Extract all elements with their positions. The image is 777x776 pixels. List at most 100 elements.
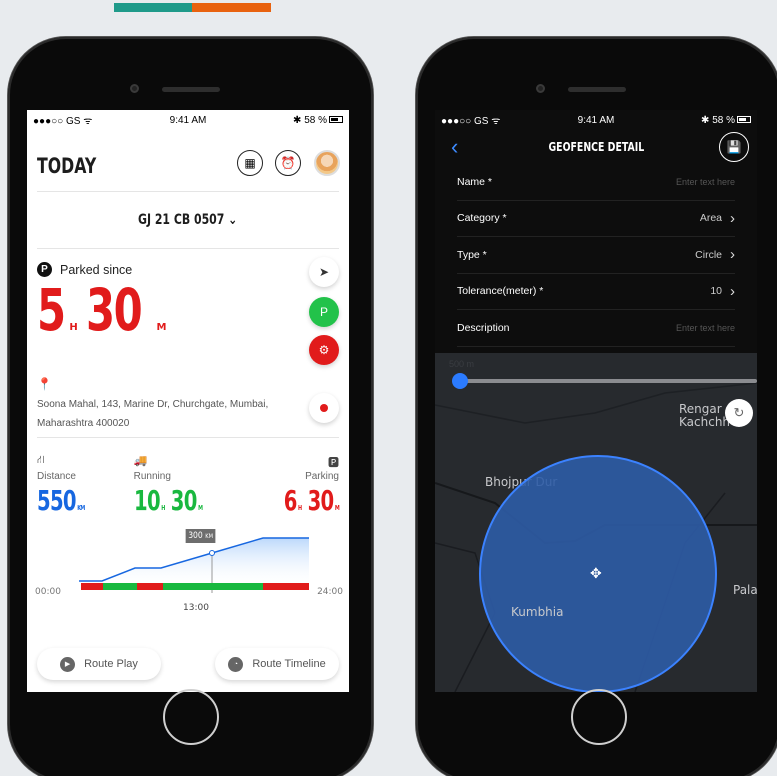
route-timeline-label: Route Timeline <box>252 658 326 670</box>
category-value: Area <box>699 212 722 225</box>
timeline-parked-1 <box>81 583 103 590</box>
nav-bar: ‹ GEOFENCE DETAIL 💾 <box>435 130 757 164</box>
address-section: 📍 Soona Mahal, 143, Marine Dr, Churchgat… <box>37 373 339 438</box>
type-field[interactable]: Type * Circle › <box>457 237 735 274</box>
earpiece-speaker <box>162 87 220 92</box>
stats-row: ⛙ Distance 550KM 🚚 Running 10H 30M 🅿 Par… <box>37 438 340 525</box>
record-button[interactable] <box>309 393 339 423</box>
action-buttons: ▶ Route Play ◔ Route Timeline <box>37 648 339 680</box>
chevron-right-icon: › <box>730 282 735 300</box>
vehicle-label: GJ 21 CB 0507 ⌄ <box>138 212 238 228</box>
chevron-right-icon: › <box>730 246 735 264</box>
map-label-palas: Palas <box>733 583 757 597</box>
battery-status: ✱ 58 % <box>651 115 751 126</box>
radius-slider-knob[interactable] <box>452 373 468 389</box>
status-time: 9:41 AM <box>169 114 207 126</box>
alarm-icon[interactable]: ⏰ <box>275 150 301 176</box>
map-label-kumbhia: Kumbhia <box>511 605 564 619</box>
parking-shield-icon: P <box>319 305 328 319</box>
running-stat: 🚚 Running 10H 30M <box>134 454 232 525</box>
page-header: TODAY ▦ ⏰ <box>37 130 340 192</box>
parking-hours-unit: H <box>298 504 302 512</box>
parking-button[interactable]: P <box>309 297 339 327</box>
chart-value-tag: 300 KM <box>185 529 216 543</box>
name-field[interactable]: Name * Enter text here <box>457 164 735 201</box>
accent-teal-segment <box>114 3 192 12</box>
parking-sign-icon: 🅿 <box>327 457 339 469</box>
running-hours-unit: H <box>160 504 165 512</box>
save-icon[interactable]: 💾 <box>719 132 749 162</box>
avatar[interactable] <box>314 150 340 176</box>
name-input-placeholder[interactable]: Enter text here <box>676 177 735 187</box>
route-play-label: Route Play <box>84 658 138 670</box>
phone-left: ●●●○○ GS ᯤ 9:41 AM ✱ 58 % TODAY ▦ ⏰ GJ 2… <box>8 37 373 776</box>
timeline-parked-2 <box>137 583 163 590</box>
timeline-parked-3 <box>263 583 309 590</box>
chevron-right-icon: › <box>730 209 735 227</box>
move-icon[interactable]: ✥ <box>590 565 602 582</box>
accent-bar <box>114 3 271 12</box>
tolerance-value: 10 <box>710 285 722 298</box>
play-icon: ▶ <box>60 656 76 672</box>
navigation-arrow-icon: ➤ <box>318 265 330 279</box>
parked-minutes-unit: M <box>156 322 167 333</box>
route-play-button[interactable]: ▶ Route Play <box>37 648 161 680</box>
description-input-placeholder[interactable]: Enter text here <box>676 323 735 333</box>
description-field[interactable]: Description Enter text here <box>457 310 735 347</box>
back-chevron-icon[interactable]: ‹ <box>451 134 458 160</box>
parking-minutes-unit: M <box>334 504 340 512</box>
distance-label: Distance <box>37 471 76 482</box>
running-minutes-unit: M <box>197 504 203 512</box>
chart-marker-point <box>209 550 215 556</box>
parked-hours-unit: H <box>69 322 78 333</box>
geofence-map[interactable]: 500 m Rengar Kachchh Bhojpur Dur Kumbhia… <box>435 353 757 692</box>
chart-marker-time: 13:00 <box>183 603 209 613</box>
parked-since-label: Parked since <box>60 262 133 277</box>
distance-stat: ⛙ Distance 550KM <box>37 454 105 525</box>
front-camera <box>130 84 139 93</box>
truck-icon: 🚚 <box>133 455 148 467</box>
tolerance-label: Tolerance(meter) * <box>457 285 544 298</box>
timeline-running-1 <box>103 583 137 590</box>
battery-icon <box>328 116 343 124</box>
radius-slider-track[interactable] <box>460 379 757 383</box>
parking-stat: 🅿 Parking 6H 30M <box>260 454 340 525</box>
chart-start-time: 00:00 <box>35 587 61 597</box>
location-pin-icon: 📍 <box>37 377 52 391</box>
distance-unit: KM <box>77 504 85 512</box>
recenter-icon[interactable]: ↻ <box>725 399 753 427</box>
distance-value: 550 <box>37 484 77 517</box>
status-time: 9:41 AM <box>577 114 615 126</box>
running-hours: 10 <box>133 484 161 517</box>
chart-end-time: 24:00 <box>317 587 343 597</box>
home-button[interactable] <box>163 689 219 745</box>
engine-button[interactable]: ⚙ <box>309 335 339 365</box>
vehicle-selector[interactable]: GJ 21 CB 0507 ⌄ <box>37 192 339 249</box>
geofence-detail-screen: ●●●○○ GS ᯤ 9:41 AM ✱ 58 % ‹ GEOFENCE DET… <box>435 110 757 692</box>
tolerance-field[interactable]: Tolerance(meter) * 10 › <box>457 274 735 310</box>
address-text: Soona Mahal, 143, Marine Dr, Churchgate,… <box>37 399 269 429</box>
type-label: Type * <box>457 248 487 261</box>
today-screen: ●●●○○ GS ᯤ 9:41 AM ✱ 58 % TODAY ▦ ⏰ GJ 2… <box>27 110 349 692</box>
parked-duration: 5 H 30 M <box>37 281 339 339</box>
parking-hours: 6 <box>283 484 298 517</box>
page-title: TODAY <box>37 154 97 178</box>
carrier-signal: ●●●○○ GS ᯤ <box>441 116 501 127</box>
calendar-icon[interactable]: ▦ <box>237 150 263 176</box>
navigate-button[interactable]: ➤ <box>309 257 339 287</box>
accent-orange-segment <box>192 3 271 12</box>
record-icon <box>320 404 328 412</box>
parking-icon: P <box>37 262 52 277</box>
route-timeline-button[interactable]: ◔ Route Timeline <box>215 648 339 680</box>
battery-icon <box>736 116 751 124</box>
battery-status: ✱ 58 % <box>243 115 343 126</box>
parked-hours: 5 <box>37 276 66 344</box>
home-button[interactable] <box>571 689 627 745</box>
name-label: Name * <box>457 175 493 188</box>
description-label: Description <box>457 321 510 334</box>
running-label: Running <box>133 471 171 482</box>
carrier-signal: ●●●○○ GS ᯤ <box>33 116 93 127</box>
page-title: GEOFENCE DETAIL <box>548 140 644 154</box>
category-field[interactable]: Category * Area › <box>457 201 735 237</box>
running-minutes: 30 <box>170 484 197 517</box>
